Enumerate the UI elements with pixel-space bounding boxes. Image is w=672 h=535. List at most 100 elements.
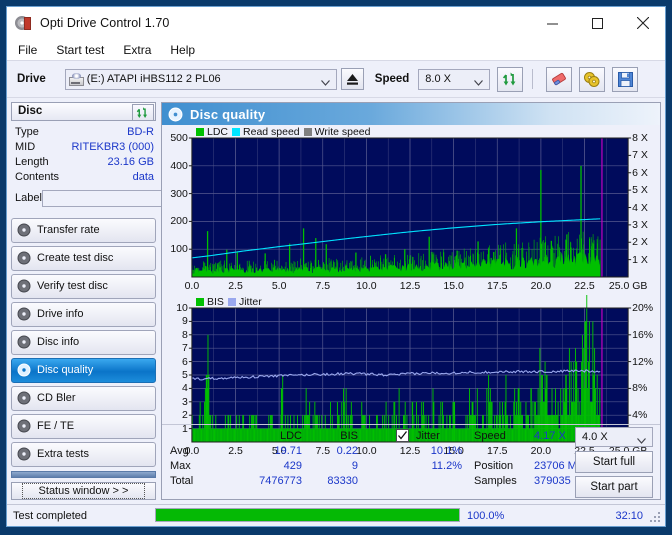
stats-row-avg: Avg xyxy=(170,445,189,457)
optical-disc-icon xyxy=(15,15,33,31)
erase-button[interactable] xyxy=(546,66,573,92)
start-part-button[interactable]: Start part xyxy=(575,476,653,498)
disc-info-key: Type xyxy=(15,126,39,139)
legend-swatch-read-speed xyxy=(232,128,241,136)
sidebar-item-label: Drive info xyxy=(37,308,84,321)
disc-info-value: data xyxy=(132,171,154,184)
menu-file[interactable]: File xyxy=(16,42,39,58)
menu-help[interactable]: Help xyxy=(168,42,197,58)
disc-info-list: Type BD-R MID RITEKBR3 (000) Length 23.1… xyxy=(11,121,246,211)
sidebar-item-create-test-disc[interactable]: Create test disc xyxy=(11,245,156,271)
application-window: Opti Drive Control 1.70 File Start test … xyxy=(6,6,666,527)
disc-panel-title: Disc xyxy=(18,105,43,118)
window-title: Opti Drive Control 1.70 xyxy=(40,16,170,30)
legend-swatch-write-speed xyxy=(303,128,312,136)
drive-label: Drive xyxy=(17,73,46,85)
title-bar: Opti Drive Control 1.70 xyxy=(7,7,665,39)
maximize-button[interactable] xyxy=(575,7,620,39)
disc-info-key: Length xyxy=(15,156,49,169)
disc-info-value: RITEKBR3 (000) xyxy=(71,141,154,154)
speed-select[interactable]: 8.0 X xyxy=(418,68,491,90)
progress-label: 100.0% xyxy=(467,509,505,522)
stats-ldc-avg: 19.71 xyxy=(274,445,302,457)
resize-grip[interactable] xyxy=(650,512,661,523)
stats-panel: LDC BIS Avg Max Total 19.71 429 7476773 … xyxy=(162,424,660,499)
status-text: Test completed xyxy=(13,509,87,522)
stats-bis-max: 9 xyxy=(351,460,358,472)
sidebar-item-transfer-rate[interactable]: Transfer rate xyxy=(11,217,156,243)
disc-icon xyxy=(17,223,31,237)
legend-label: Jitter xyxy=(238,296,262,308)
stats-bis-avg: 0.22 xyxy=(336,445,358,457)
disc-info-value: 23.16 GB xyxy=(107,156,154,169)
disc-quality-icon xyxy=(168,107,183,121)
sidebar-item-label: FE / TE xyxy=(37,420,75,433)
close-button[interactable] xyxy=(620,7,665,39)
disc-label-key: Label xyxy=(15,192,42,205)
sidebar-item-cd-bler[interactable]: CD Bler xyxy=(11,385,156,411)
sidebar-item-label: Create test disc xyxy=(37,252,114,265)
toolbar: Drive (E:) ATAPI iHBS112 2 PL06 Speed 8.… xyxy=(7,60,665,97)
sidebar-filler xyxy=(11,470,156,478)
drive-select[interactable]: (E:) ATAPI iHBS112 2 PL06 xyxy=(64,68,337,90)
progress-bar-fill xyxy=(156,509,459,521)
sidebar-item-drive-info[interactable]: Drive info xyxy=(11,301,156,327)
status-window-label: Status window > > xyxy=(21,483,146,499)
stats-row-total: Total xyxy=(170,475,194,487)
sidebar-item-label: Extra tests xyxy=(37,448,89,461)
sidebar-item-label: CD Bler xyxy=(37,392,76,405)
refresh-button[interactable] xyxy=(497,66,524,92)
menu-start-test[interactable]: Start test xyxy=(54,42,106,58)
stats-row-max: Max xyxy=(170,460,191,472)
jitter-checkbox[interactable] xyxy=(396,429,409,442)
menu-extra[interactable]: Extra xyxy=(121,42,153,58)
legend-swatch-ldc xyxy=(196,128,204,136)
refresh-icon xyxy=(136,106,148,118)
ldc-chart[interactable]: LDC Read speed Write speed 100 200 300 400 5… xyxy=(162,125,660,295)
discs-icon xyxy=(584,71,600,87)
chevron-down-icon xyxy=(474,77,484,89)
disc-icon xyxy=(17,335,31,349)
main-area: Disc Type BD-R MID RITEKBR3 (000) Length… xyxy=(7,97,665,504)
sidebar-item-fe-te[interactable]: FE / TE xyxy=(11,413,156,439)
legend-label: Write speed xyxy=(314,126,371,138)
legend-label: Read speed xyxy=(243,126,300,138)
legend-item-ldc: LDC xyxy=(196,126,228,138)
sidebar-item-disc-info[interactable]: Disc info xyxy=(11,329,156,355)
drive-icon xyxy=(68,72,84,86)
legend-label: LDC xyxy=(207,126,229,138)
stats-bis-total: 83330 xyxy=(327,475,358,487)
sidebar-item-disc-quality[interactable]: Disc quality xyxy=(11,357,156,383)
minimize-button[interactable] xyxy=(530,7,575,39)
legend-item-write-speed: Write speed xyxy=(303,126,371,138)
stats-position-label: Position xyxy=(474,460,514,472)
ldc-chart-legend: LDC Read speed Write speed xyxy=(196,126,371,138)
window-controls xyxy=(530,7,665,39)
legend-label: BIS xyxy=(207,296,224,308)
sidebar-item-label: Transfer rate xyxy=(37,224,100,237)
start-full-button[interactable]: Start full xyxy=(575,451,653,473)
chevron-down-icon xyxy=(637,435,646,447)
charts-area: LDC Read speed Write speed 100 200 300 400 5… xyxy=(162,125,660,457)
disc-info-key: MID xyxy=(15,141,36,154)
stats-ldc-total: 7476773 xyxy=(259,475,302,487)
disc-icon xyxy=(17,251,31,265)
sidebar-item-label: Disc quality xyxy=(37,364,94,377)
test-speed-select[interactable]: 4.0 X xyxy=(575,427,653,447)
sidebar-item-extra-tests[interactable]: Extra tests xyxy=(11,441,156,467)
status-window-button[interactable]: Status window > > xyxy=(11,482,156,500)
disc-info-row-length: Length 23.16 GB xyxy=(15,155,154,170)
disc-icon xyxy=(17,279,31,293)
nav-list: Transfer rate Create test disc Verify te… xyxy=(11,217,156,467)
disc-refresh-button[interactable] xyxy=(132,104,154,121)
bis-chart-legend: BIS Jitter xyxy=(196,296,262,308)
sidebar-item-verify-test-disc[interactable]: Verify test disc xyxy=(11,273,156,299)
discs-button[interactable] xyxy=(579,66,606,92)
legend-item-read-speed: Read speed xyxy=(232,126,300,138)
disc-info-row-type: Type BD-R xyxy=(15,125,154,140)
eject-button[interactable] xyxy=(340,68,364,90)
sidebar: Disc Type BD-R MID RITEKBR3 (000) Length… xyxy=(7,98,246,504)
disc-icon xyxy=(17,363,31,377)
stats-speed-label: Speed xyxy=(474,430,506,442)
save-button[interactable] xyxy=(612,66,639,92)
